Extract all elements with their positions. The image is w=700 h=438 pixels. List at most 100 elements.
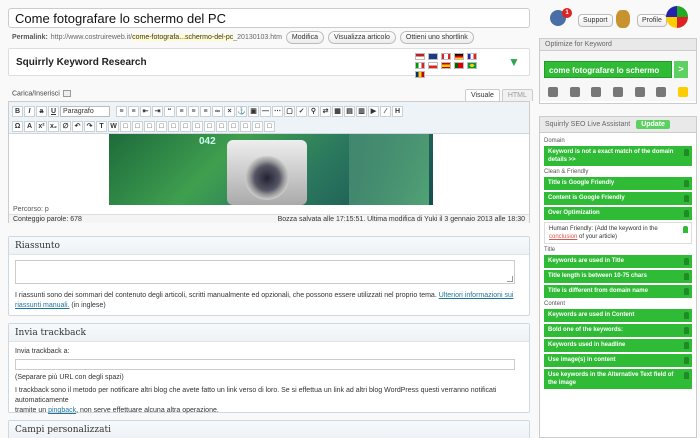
assistant-check-item[interactable]: Keywords are used in Content <box>544 309 692 322</box>
table-icon[interactable]: ▦ <box>332 105 343 117</box>
pin-icon[interactable] <box>684 327 689 334</box>
box-icon-6[interactable]: □ <box>192 120 203 132</box>
assistant-check-item[interactable]: Title is different from domain name <box>544 285 692 298</box>
twitter-icon[interactable] <box>569 87 580 97</box>
pin-icon[interactable] <box>684 357 689 364</box>
image-icon[interactable]: ▣ <box>248 105 259 117</box>
pin-icon[interactable] <box>683 226 688 233</box>
indent-icon[interactable]: ⇥ <box>152 105 163 117</box>
avatar[interactable] <box>666 6 688 28</box>
subscript-icon[interactable]: x₂ <box>48 120 59 132</box>
custom-fields-title[interactable]: Campi personalizzati <box>9 421 529 438</box>
align-right-icon[interactable]: ≡ <box>200 105 211 117</box>
pingback-link[interactable]: pingback <box>48 407 76 414</box>
keyword-input[interactable]: come fotografare lo schermo <box>544 61 672 78</box>
camera-icon[interactable] <box>548 87 558 97</box>
get-shortlink-button[interactable]: Ottieni uno shortlink <box>399 30 474 44</box>
more-tag-icon[interactable]: — <box>260 105 271 117</box>
numbered-list-icon[interactable]: ≡ <box>128 105 139 117</box>
pin-icon[interactable] <box>684 195 689 202</box>
flag-us-icon[interactable] <box>415 53 425 60</box>
page-break-icon[interactable]: ⋯ <box>272 105 283 117</box>
flag-germany-icon[interactable] <box>454 53 464 60</box>
assistant-check-item[interactable]: Use image(s) in content <box>544 354 692 367</box>
pin-icon[interactable] <box>684 312 689 319</box>
excerpt-title[interactable]: Riassunto <box>9 237 529 255</box>
flag-poland-icon[interactable] <box>428 62 438 69</box>
align-left-icon[interactable]: ≡ <box>176 105 187 117</box>
table-row-icon[interactable]: ▤ <box>344 105 355 117</box>
box-icon-2[interactable]: □ <box>144 120 155 132</box>
flag-uk-icon[interactable] <box>428 53 438 60</box>
heading-icon[interactable]: H <box>392 105 403 117</box>
fullscreen-icon[interactable]: ▢ <box>284 105 295 117</box>
blockquote-icon[interactable]: “ <box>164 105 175 117</box>
trackback-input[interactable] <box>15 359 515 370</box>
excerpt-textarea[interactable] <box>15 260 515 284</box>
outdent-icon[interactable]: ⇤ <box>140 105 151 117</box>
replace-icon[interactable]: ⇄ <box>320 105 331 117</box>
assistant-check-item[interactable]: Keywords are used in Title <box>544 255 692 268</box>
pin-icon[interactable] <box>684 273 689 280</box>
assistant-check-item[interactable]: Bold one of the keywords: <box>544 324 692 337</box>
editor-content[interactable]: 042 <box>9 134 529 205</box>
omega-icon[interactable]: Ω <box>12 120 23 132</box>
book-icon[interactable] <box>612 87 623 97</box>
media-icon[interactable] <box>62 90 71 97</box>
check-item-link[interactable]: conclusion <box>549 234 577 240</box>
pin-icon[interactable] <box>684 258 689 265</box>
assistant-check-item[interactable]: Use keywords in the Alternative Text fie… <box>544 369 692 389</box>
box-icon-8[interactable]: □ <box>216 120 227 132</box>
support-button[interactable]: Support <box>578 14 613 27</box>
tab-visual[interactable]: Visuale <box>465 89 500 101</box>
view-post-button[interactable]: Visualizza articolo <box>328 30 396 44</box>
bold-icon[interactable]: B <box>12 105 23 117</box>
blog-icon[interactable] <box>634 87 645 97</box>
paste-word-icon[interactable]: W <box>108 120 119 132</box>
superscript-icon[interactable]: x² <box>36 120 47 132</box>
pin-icon[interactable] <box>684 180 689 187</box>
box-icon-9[interactable]: □ <box>228 120 239 132</box>
search-icon[interactable]: ⚲ <box>308 105 319 117</box>
assistant-check-item[interactable]: Keyword is not a exact match of the doma… <box>544 146 692 166</box>
pin-icon[interactable] <box>684 210 689 217</box>
table-col-icon[interactable]: ▥ <box>356 105 367 117</box>
link-icon[interactable]: ∞ <box>212 105 223 117</box>
post-title-input[interactable]: Come fotografare lo schermo del PC <box>8 8 530 28</box>
redo-icon[interactable]: ↷ <box>84 120 95 132</box>
chat-icon[interactable] <box>656 87 667 97</box>
pin-icon[interactable] <box>684 149 689 156</box>
flag-canada-icon[interactable] <box>441 53 451 60</box>
underline-icon[interactable]: U <box>48 105 59 117</box>
upload-insert[interactable]: Carica/Inserisci <box>12 90 71 97</box>
box-icon-12[interactable]: □ <box>264 120 275 132</box>
chevron-down-icon[interactable]: ▼ <box>505 55 523 69</box>
assistant-check-item[interactable]: Keywords used in headline <box>544 339 692 352</box>
assistant-check-item[interactable]: Title length is between 10-75 chars <box>544 270 692 283</box>
format-select[interactable]: Paragrafo <box>60 105 110 117</box>
flag-romania-icon[interactable] <box>415 71 425 78</box>
profile-button[interactable]: Profile <box>637 14 667 27</box>
box-icon-11[interactable]: □ <box>252 120 263 132</box>
paste-text-icon[interactable]: T <box>96 120 107 132</box>
media-embed-icon[interactable]: ▶ <box>368 105 379 117</box>
trackback-title[interactable]: Invia trackback <box>9 324 529 342</box>
anchor-icon[interactable]: ⚓ <box>236 105 247 117</box>
flag-italy-icon[interactable] <box>415 62 425 69</box>
content-image[interactable]: 042 <box>109 134 433 205</box>
unlink-icon[interactable]: × <box>224 105 235 117</box>
flag-brazil-icon[interactable] <box>467 62 477 69</box>
flag-spain-icon[interactable] <box>441 62 451 69</box>
assistant-check-item[interactable]: Over Optimization <box>544 207 692 220</box>
star-icon[interactable] <box>677 87 688 97</box>
assistant-check-item[interactable]: Content is Google Friendly <box>544 192 692 205</box>
assistant-check-item[interactable]: Human Friendly: (Add the keyword in the … <box>544 222 692 244</box>
undo-icon[interactable]: ↶ <box>72 120 83 132</box>
box-icon-4[interactable]: □ <box>168 120 179 132</box>
box-icon-7[interactable]: □ <box>204 120 215 132</box>
flag-france-icon[interactable] <box>467 53 477 60</box>
visual-aid-icon[interactable]: □ <box>120 120 131 132</box>
text-color-icon[interactable]: A <box>24 120 35 132</box>
squirrel-tool-icon[interactable] <box>591 87 602 97</box>
box-icon-5[interactable]: □ <box>180 120 191 132</box>
